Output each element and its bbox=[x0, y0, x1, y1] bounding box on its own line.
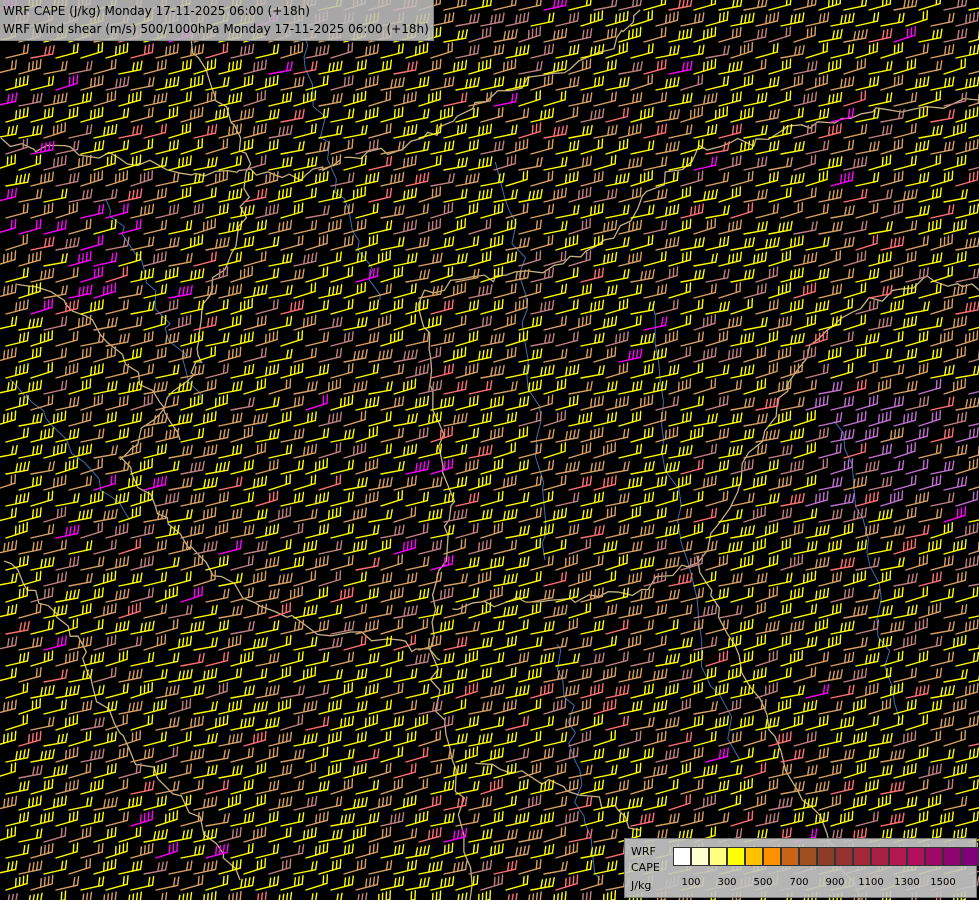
legend-swatch bbox=[673, 847, 691, 866]
legend-swatch bbox=[961, 847, 979, 866]
legend-swatch bbox=[817, 847, 835, 866]
legend-swatch bbox=[763, 847, 781, 866]
cape-title: WRF CAPE (J/kg) Monday 17-11-2025 06:00 … bbox=[3, 4, 310, 18]
legend-tick-label: 900 bbox=[825, 877, 845, 888]
legend-tick-label: 700 bbox=[789, 877, 809, 888]
cape-wind-shear-map bbox=[0, 0, 979, 900]
legend-model-label: WRF bbox=[631, 845, 656, 858]
shear-title: WRF Wind shear (m/s) 500/1000hPa Monday … bbox=[3, 22, 429, 36]
legend-swatch bbox=[943, 847, 961, 866]
legend-tick-label: 100 bbox=[681, 877, 701, 888]
legend-tick-label: 500 bbox=[753, 877, 773, 888]
legend-swatch bbox=[925, 847, 943, 866]
legend-swatch bbox=[799, 847, 817, 866]
legend-swatch bbox=[871, 847, 889, 866]
map-title-box: WRF CAPE (J/kg) Monday 17-11-2025 06:00 … bbox=[0, 0, 434, 41]
legend-tick-label: 300 bbox=[717, 877, 737, 888]
legend-swatch bbox=[781, 847, 799, 866]
legend-swatch bbox=[835, 847, 853, 866]
legend-swatch bbox=[745, 847, 763, 866]
legend-swatch bbox=[691, 847, 709, 866]
legend-swatch bbox=[889, 847, 907, 866]
legend-tick-label: 1500 bbox=[930, 877, 956, 888]
cape-legend: WRF CAPE J/kg 100 300 500 700 900 1100 1300 150… bbox=[624, 838, 979, 898]
legend-variable-label: CAPE bbox=[631, 861, 660, 874]
legend-swatch bbox=[907, 847, 925, 866]
legend-unit-label: J/kg bbox=[631, 879, 652, 892]
legend-swatch bbox=[727, 847, 745, 866]
legend-swatch bbox=[709, 847, 727, 866]
legend-tick-label: 1100 bbox=[858, 877, 884, 888]
legend-tick-label: 1300 bbox=[894, 877, 920, 888]
legend-swatch bbox=[853, 847, 871, 866]
